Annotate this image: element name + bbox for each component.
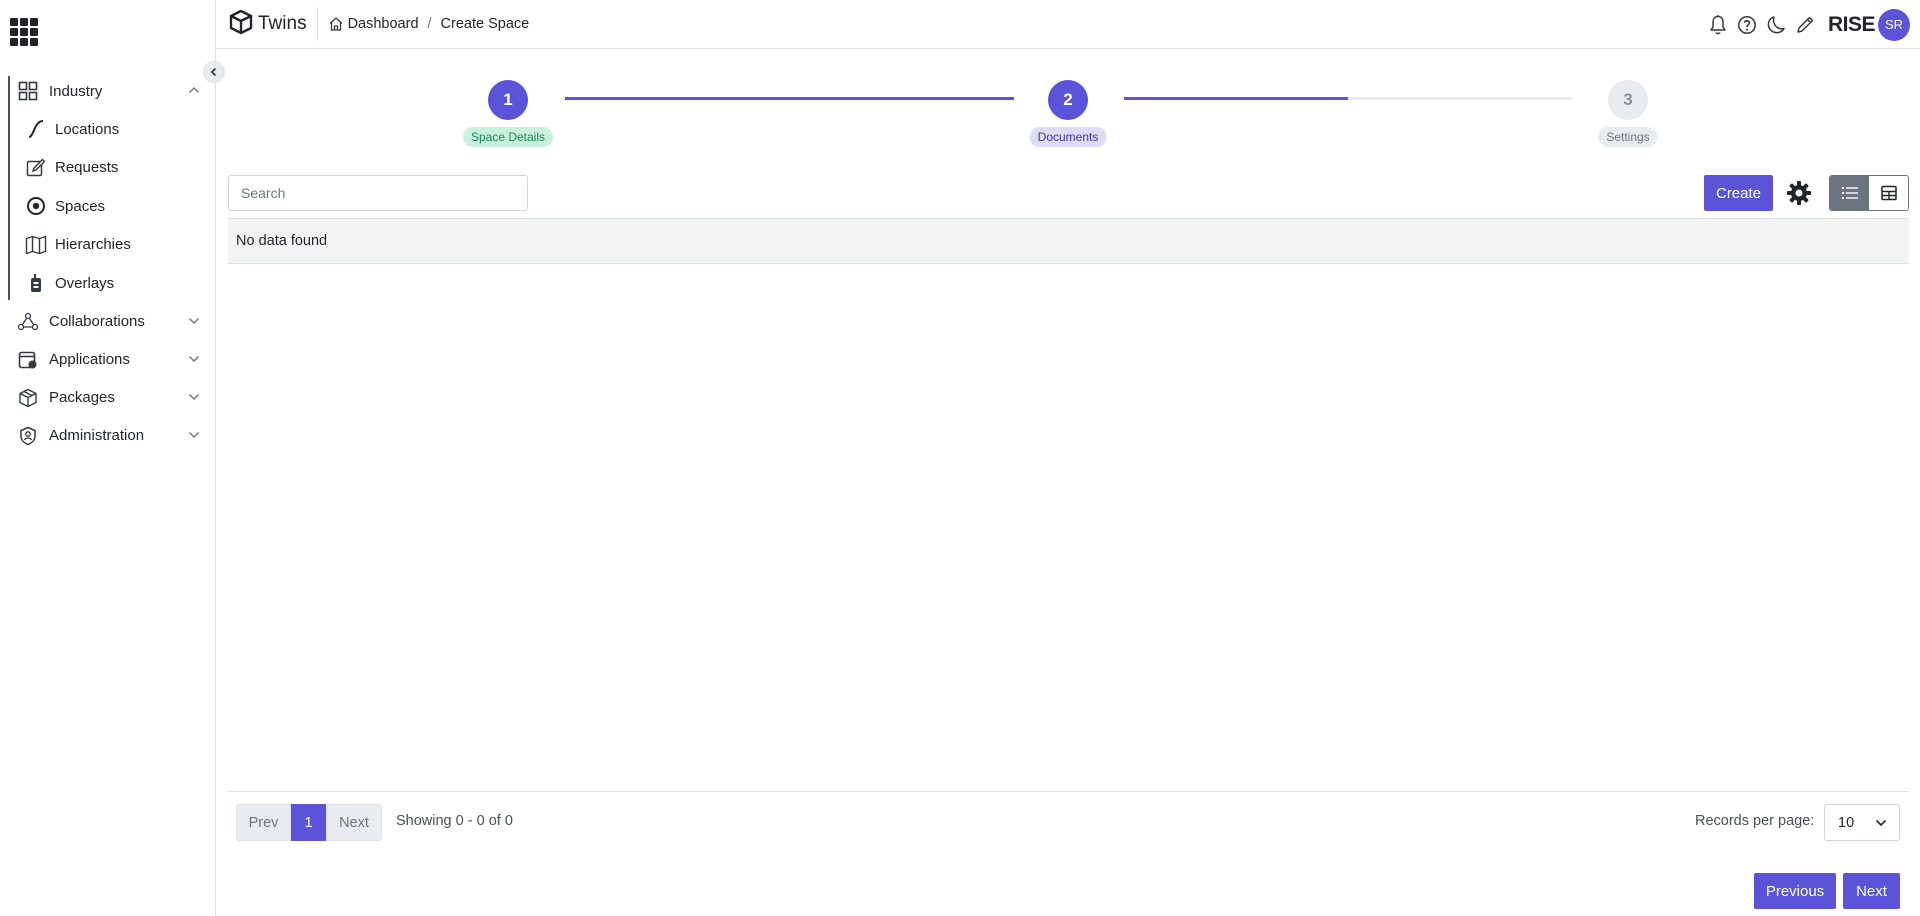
search-input[interactable]	[228, 175, 528, 211]
user-avatar[interactable]: SR	[1878, 8, 1910, 41]
network-icon	[17, 311, 39, 333]
sidebar-nav: Industry Locations Requests Spaces Hiera…	[0, 72, 216, 455]
device-icon	[25, 272, 47, 294]
bell-icon[interactable]	[1705, 12, 1731, 38]
app-name: Twins	[258, 13, 307, 34]
pagination-prev-button[interactable]: Prev	[236, 804, 291, 841]
sidebar-item-label: Overlays	[55, 274, 115, 292]
sidebar-item-label: Applications	[49, 351, 130, 368]
step-connector-fill	[565, 97, 1014, 100]
step-connector-2	[1124, 97, 1572, 100]
pencil-icon[interactable]	[1792, 12, 1818, 38]
step-2-label: Documents	[1029, 127, 1107, 147]
sidebar-item-applications[interactable]: Applications	[0, 341, 216, 379]
breadcrumb-current: Create Space	[440, 16, 530, 32]
sidebar: Industry Locations Requests Spaces Hiera…	[0, 0, 225, 916]
records-per-page-value: 10	[1838, 814, 1855, 831]
edit-icon	[25, 157, 47, 179]
box-icon	[17, 387, 39, 409]
records-per-page-select[interactable]: 10	[1824, 804, 1900, 841]
wizard-next-button[interactable]: Next	[1843, 873, 1900, 909]
sidebar-item-industry[interactable]: Industry	[0, 72, 216, 110]
sidebar-item-locations[interactable]: Locations	[0, 110, 216, 149]
step-connector-1	[565, 97, 1014, 100]
chevron-down-icon	[188, 392, 200, 404]
step-3-label: Settings	[1598, 127, 1658, 147]
breadcrumb-dashboard-link[interactable]: Dashboard	[348, 16, 419, 32]
app-window-icon	[17, 349, 39, 371]
cube-logo-icon	[228, 9, 254, 39]
gear-icon[interactable]	[1785, 179, 1813, 207]
chevron-up-icon	[188, 85, 200, 97]
records-per-page-label: Records per page:	[1695, 813, 1815, 829]
view-mode-toggle	[1829, 175, 1909, 211]
step-3-circle[interactable]: 3	[1608, 80, 1648, 120]
sidebar-item-overlays[interactable]: Overlays	[0, 264, 216, 303]
pagination-summary: Showing 0 - 0 of 0	[396, 813, 513, 829]
wizard-stepper: 1 Space Details 2 Documents 3 Settings	[216, 80, 1920, 150]
list-icon	[1841, 186, 1858, 200]
top-header: Twins Dashboard / Create Space RISE SR	[216, 0, 1920, 49]
wizard-previous-button[interactable]: Previous	[1754, 873, 1836, 909]
sidebar-item-spaces[interactable]: Spaces	[0, 187, 216, 226]
chevron-down-icon	[1875, 819, 1887, 827]
step-2-circle[interactable]: 2	[1048, 80, 1088, 120]
step-connector-fill	[1124, 97, 1348, 100]
step-1-label: Space Details	[462, 127, 554, 147]
footer-divider	[228, 791, 1909, 792]
sidebar-item-administration[interactable]: Administration	[0, 417, 216, 455]
sidebar-item-label: Industry	[49, 82, 103, 100]
chevron-down-icon	[188, 430, 200, 442]
help-icon[interactable]	[1734, 12, 1760, 38]
shield-user-icon	[17, 425, 39, 447]
pagination: Prev 1 Next	[236, 804, 382, 841]
map-icon	[25, 234, 47, 256]
org-name: RISE	[1827, 12, 1876, 36]
create-button[interactable]: Create	[1704, 175, 1773, 211]
app-brand[interactable]: Twins	[216, 7, 318, 41]
sidebar-collapse-button[interactable]	[203, 61, 225, 83]
chevron-left-icon	[210, 67, 217, 77]
sidebar-item-label: Administration	[49, 427, 145, 444]
breadcrumb: Dashboard / Create Space	[328, 16, 530, 32]
table-empty-row: No data found	[228, 218, 1909, 264]
chevron-down-icon	[188, 316, 200, 328]
step-1-circle[interactable]: 1	[488, 80, 528, 120]
sidebar-item-label: Hierarchies	[55, 236, 131, 254]
sidebar-item-collaborations[interactable]: Collaborations	[0, 303, 216, 341]
target-icon	[25, 195, 47, 217]
sidebar-item-label: Packages	[49, 389, 115, 406]
list-view-button[interactable]	[1830, 176, 1869, 210]
sidebar-item-label: Locations	[55, 120, 120, 138]
pagination-next-button[interactable]: Next	[326, 804, 382, 841]
header-actions: RISE SR	[1702, 0, 1910, 49]
sidebar-item-label: Requests	[55, 159, 119, 177]
sidebar-item-requests[interactable]: Requests	[0, 149, 216, 188]
grid-view-button[interactable]	[1869, 176, 1908, 210]
app-launcher-icon[interactable]	[10, 18, 38, 46]
breadcrumb-separator: /	[427, 16, 432, 32]
table-grid-icon	[1880, 185, 1897, 201]
sidebar-group-industry: Industry Locations Requests Spaces Hiera…	[0, 72, 216, 303]
path-icon	[25, 118, 47, 140]
pagination-page-1[interactable]: 1	[291, 804, 326, 841]
sidebar-item-packages[interactable]: Packages	[0, 379, 216, 417]
sidebar-item-label: Spaces	[55, 197, 106, 215]
sidebar-item-label: Collaborations	[49, 313, 145, 330]
chevron-down-icon	[188, 354, 200, 366]
sidebar-item-hierarchies[interactable]: Hierarchies	[0, 226, 216, 265]
grid-icon	[17, 80, 39, 102]
moon-icon[interactable]	[1763, 12, 1789, 38]
home-icon	[328, 16, 344, 32]
